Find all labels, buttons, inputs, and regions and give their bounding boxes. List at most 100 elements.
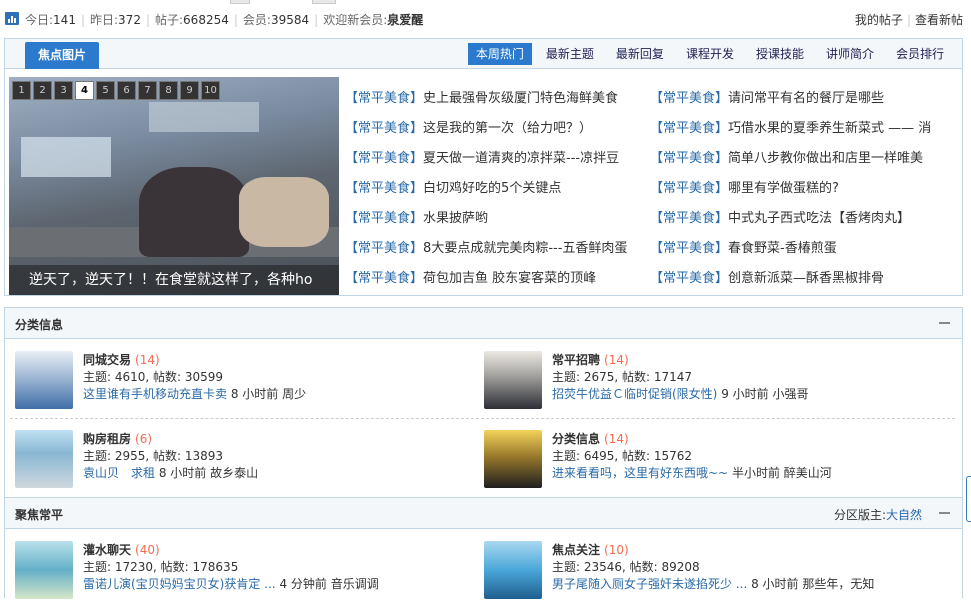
slide-number[interactable]: 8 — [159, 81, 178, 100]
thread-item[interactable]: 【常平美食】荷包加吉鱼 胶东宴客菜的顶峰 — [345, 267, 650, 286]
forum-icon[interactable] — [15, 430, 73, 488]
new-member-link[interactable]: 泉爱醒 — [387, 13, 423, 27]
thread-link[interactable]: 巧借水果的夏季养生新菜式 —— 消 — [728, 121, 931, 136]
slide-number[interactable]: 3 — [54, 81, 73, 100]
thread-tag[interactable]: 【常平美食】 — [345, 211, 423, 226]
forum-name[interactable]: 购房租房 (6) — [83, 430, 152, 447]
thread-item[interactable]: 【常平美食】简单八步教你做出和店里一样唯美 — [650, 147, 955, 166]
thread-tag[interactable]: 【常平美食】 — [650, 151, 728, 166]
forum-name-link[interactable]: 焦点关注 — [552, 543, 600, 557]
slide-number[interactable]: 9 — [180, 81, 199, 100]
thread-link[interactable]: 简单八步教你做出和店里一样唯美 — [728, 151, 923, 166]
thread-item[interactable]: 【常平美食】史上最强骨灰级厦门特色海鲜美食 — [345, 87, 650, 106]
thread-link[interactable]: 请问常平有名的餐厅是哪些 — [728, 91, 884, 106]
my-posts-link[interactable]: 我的帖子 — [855, 13, 903, 27]
last-post-link[interactable]: 进来看看吗，这里有好东西哦~~ — [552, 466, 728, 480]
thread-link[interactable]: 水果披萨哟 — [423, 211, 488, 226]
tab-1[interactable]: 本周热门 — [467, 43, 532, 65]
thread-link[interactable]: 白切鸡好吃的5个关键点 — [423, 181, 561, 196]
last-post-link[interactable]: 男子尾随入厕女子强奸未遂掐死少 ... — [552, 577, 747, 591]
slide-number[interactable]: 5 — [96, 81, 115, 100]
forum-name[interactable]: 灌水聊天 (40) — [83, 541, 160, 558]
thread-tag[interactable]: 【常平美食】 — [345, 151, 423, 166]
forum-icon[interactable] — [484, 351, 542, 409]
thread-item[interactable]: 【常平美食】这是我的第一次（给力吧？） — [345, 117, 650, 136]
thread-tag[interactable]: 【常平美食】 — [345, 181, 423, 196]
tab-3[interactable]: 最新回复 — [608, 43, 672, 65]
thread-tag[interactable]: 【常平美食】 — [345, 271, 423, 286]
forum-last-post: 这里谁有手机移动充直卡卖 8 小时前 周少 — [83, 385, 306, 402]
thread-link[interactable]: 哪里有学做蛋糕的? — [728, 181, 839, 196]
forum-name-link[interactable]: 同城交易 — [83, 353, 131, 367]
forum-name[interactable]: 焦点关注 (10) — [552, 541, 629, 558]
thread-link[interactable]: 夏天做一道清爽的凉拌菜---凉拌豆 — [423, 151, 619, 166]
tab-7[interactable]: 会员排行 — [888, 43, 952, 65]
slide-number[interactable]: 4 — [75, 81, 94, 100]
tab-4[interactable]: 课程开发 — [678, 43, 742, 65]
forum-name[interactable]: 分类信息 (14) — [552, 430, 629, 447]
thread-item[interactable]: 【常平美食】中式丸子西式吃法【香烤肉丸】 — [650, 207, 955, 226]
thread-tag[interactable]: 【常平美食】 — [345, 121, 423, 136]
forum-name[interactable]: 常平招聘 (14) — [552, 351, 629, 368]
thread-tag[interactable]: 【常平美食】 — [650, 121, 728, 136]
slide-number[interactable]: 7 — [138, 81, 157, 100]
thread-link[interactable]: 荷包加吉鱼 胶东宴客菜的顶峰 — [423, 271, 596, 286]
collapse-icon[interactable] — [939, 512, 950, 514]
slide-number[interactable]: 10 — [201, 81, 220, 100]
forum-stats: 主题: 4610, 帖数: 30599 — [83, 370, 224, 384]
forum-name-link[interactable]: 灌水聊天 — [83, 543, 131, 557]
slide-photo-figure — [239, 177, 329, 247]
thread-item[interactable]: 【常平美食】春食野菜-香椿煎蛋 — [650, 237, 955, 256]
thread-link[interactable]: 史上最强骨灰级厦门特色海鲜美食 — [423, 91, 618, 106]
thread-link[interactable]: 8大要点成就完美肉粽---五香鲜肉蛋 — [423, 241, 627, 256]
forum-icon[interactable] — [484, 430, 542, 488]
posts-value: 668254 — [183, 13, 229, 27]
forum-icon[interactable] — [15, 541, 73, 599]
slide-number[interactable]: 6 — [117, 81, 136, 100]
thread-item[interactable]: 【常平美食】夏天做一道清爽的凉拌菜---凉拌豆 — [345, 147, 650, 166]
thread-tag[interactable]: 【常平美食】 — [650, 211, 728, 226]
last-post-info: 半小时前 醉美山河 — [731, 466, 832, 480]
thread-link[interactable]: 这是我的第一次（给力吧？） — [423, 121, 592, 136]
scrollbar-handle[interactable] — [966, 476, 971, 522]
forum-icon[interactable] — [484, 541, 542, 599]
slide-number[interactable]: 2 — [33, 81, 52, 100]
moderator-link[interactable]: 大自然 — [886, 508, 922, 522]
thread-tag-label: 常平美食 — [358, 181, 411, 196]
last-post-link[interactable]: 袁山贝 求租 — [83, 466, 155, 480]
last-post-link[interactable]: 这里谁有手机移动充直卡卖 — [83, 387, 227, 401]
thread-tag[interactable]: 【常平美食】 — [650, 241, 728, 256]
tab-2[interactable]: 最新主题 — [538, 43, 602, 65]
thread-item[interactable]: 【常平美食】哪里有学做蛋糕的? — [650, 177, 955, 196]
collapse-icon[interactable] — [939, 322, 950, 324]
forum-icon[interactable] — [15, 351, 73, 409]
thread-tag[interactable]: 【常平美食】 — [650, 91, 728, 106]
thread-tag[interactable]: 【常平美食】 — [345, 91, 423, 106]
thread-tag[interactable]: 【常平美食】 — [650, 271, 728, 286]
tab-6[interactable]: 讲师简介 — [818, 43, 882, 65]
thread-link[interactable]: 创意新派菜—酥香黑椒排骨 — [728, 271, 884, 286]
focus-slideshow[interactable]: 1 2 3 4 5 6 7 8 9 10 逆天了，逆天了！！在食堂就这样了，各种ho — [9, 77, 339, 295]
thread-item[interactable]: 【常平美食】请问常平有名的餐厅是哪些 — [650, 87, 955, 106]
thread-tag[interactable]: 【常平美食】 — [345, 241, 423, 256]
forum-name-link[interactable]: 常平招聘 — [552, 353, 600, 367]
thread-link[interactable]: 春食野菜-香椿煎蛋 — [728, 241, 837, 256]
slide-caption[interactable]: 逆天了，逆天了！！在食堂就这样了，各种ho — [9, 265, 339, 295]
thread-item[interactable]: 【常平美食】水果披萨哟 — [345, 207, 650, 226]
thread-item[interactable]: 【常平美食】8大要点成就完美肉粽---五香鲜肉蛋 — [345, 237, 650, 256]
forum-name-link[interactable]: 购房租房 — [83, 432, 131, 446]
last-post-link[interactable]: 招荧牛优益Ｃ临时促销(限女性) — [552, 387, 717, 401]
slide-number[interactable]: 1 — [12, 81, 31, 100]
forum-name-link[interactable]: 分类信息 — [552, 432, 600, 446]
slide-photo-figure — [139, 167, 249, 257]
members-label: 会员: — [242, 13, 271, 27]
new-posts-link[interactable]: 查看新帖 — [915, 13, 963, 27]
thread-item[interactable]: 【常平美食】巧借水果的夏季养生新菜式 —— 消 — [650, 117, 955, 136]
thread-item[interactable]: 【常平美食】创意新派菜—酥香黑椒排骨 — [650, 267, 955, 286]
thread-link[interactable]: 中式丸子西式吃法【香烤肉丸】 — [728, 211, 910, 226]
forum-name[interactable]: 同城交易 (14) — [83, 351, 160, 368]
tab-5[interactable]: 授课技能 — [748, 43, 812, 65]
last-post-link[interactable]: 雷诺儿演(宝贝妈妈宝贝女)获肯定 ... — [83, 577, 276, 591]
thread-tag[interactable]: 【常平美食】 — [650, 181, 728, 196]
thread-item[interactable]: 【常平美食】白切鸡好吃的5个关键点 — [345, 177, 650, 196]
